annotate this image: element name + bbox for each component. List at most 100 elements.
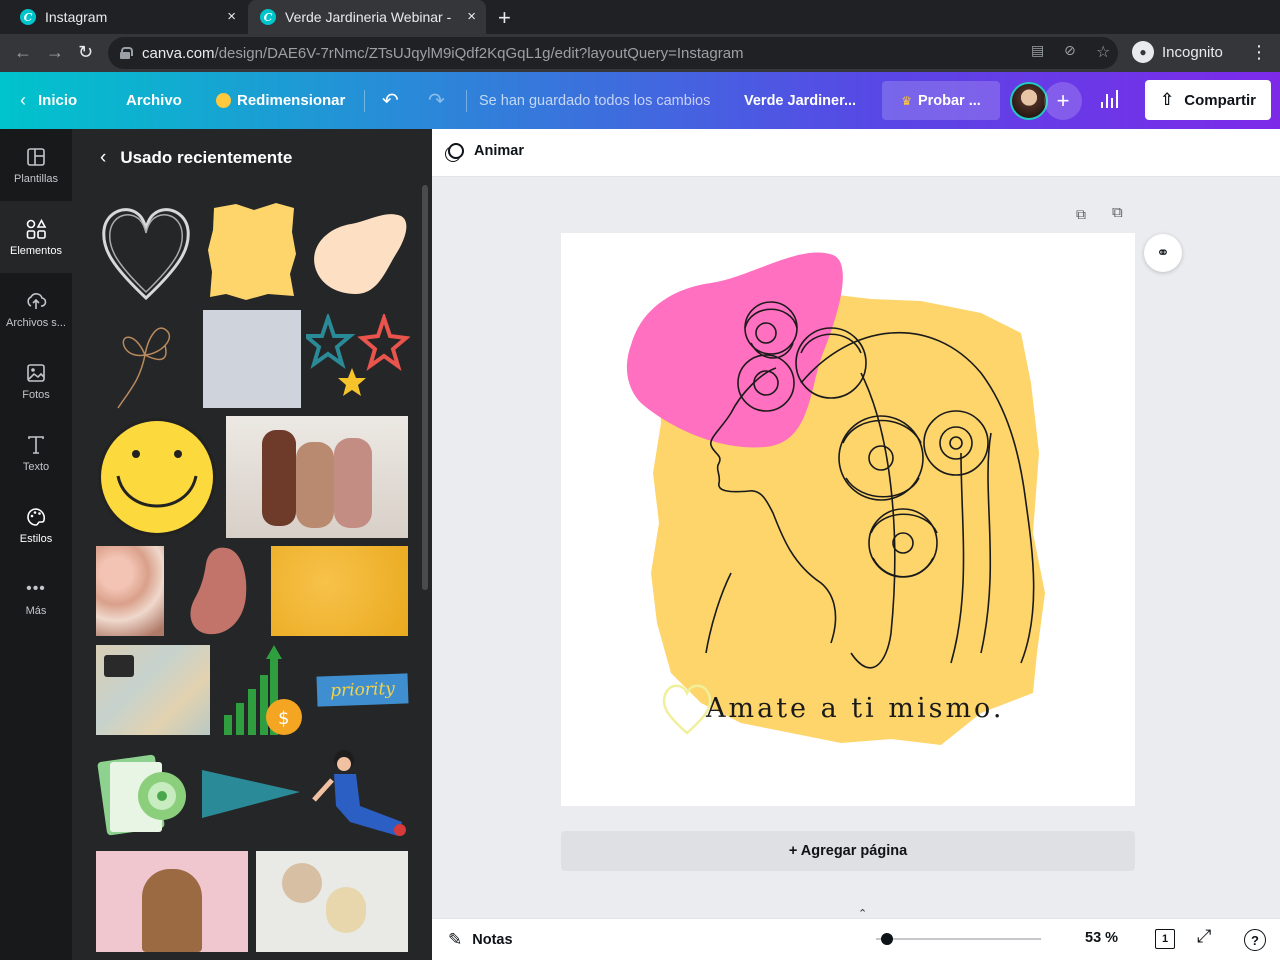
divider <box>466 90 467 112</box>
rail-label: Elementos <box>10 245 62 257</box>
design-page[interactable]: Amate a ti mismo. <box>561 233 1135 806</box>
notes-button[interactable]: ✎ Notas <box>448 930 513 950</box>
rose-blob-element[interactable] <box>184 546 252 638</box>
design-title[interactable]: Verde Jardiner... <box>744 72 856 129</box>
panel-back-button[interactable]: ‹ Usado recientemente <box>100 147 292 169</box>
reload-icon[interactable]: ↻ <box>78 42 93 63</box>
resize-button[interactable]: Redimensionar <box>216 72 345 129</box>
rail-item-more[interactable]: ••• Más <box>0 561 72 633</box>
rail-label: Texto <box>22 461 50 473</box>
avatar[interactable] <box>1010 82 1048 120</box>
women-group-photo[interactable] <box>226 416 408 538</box>
address-bar-row: ← → ↻ canva.com/design/DAE6V-7rNmc/ZTsUJ… <box>0 34 1280 72</box>
home-button[interactable]: ‹ Inicio <box>20 72 77 129</box>
back-arrow-icon[interactable]: ← <box>14 42 32 63</box>
priority-sticker-element[interactable]: priority <box>316 673 409 707</box>
forward-arrow-icon[interactable]: → <box>46 42 64 63</box>
zoom-value[interactable]: 53 % <box>1085 930 1118 946</box>
teal-pennant-element[interactable] <box>202 764 302 822</box>
world-map-photo[interactable] <box>96 645 210 735</box>
line-flower-element[interactable] <box>110 310 180 410</box>
share-label: Compartir <box>1184 91 1256 109</box>
target-checklist-element[interactable] <box>96 752 196 836</box>
woman-balloon-photo[interactable] <box>256 851 408 952</box>
chevron-left-icon: ‹ <box>100 147 107 168</box>
tab-title: Instagram <box>45 9 108 25</box>
try-pro-button[interactable]: ♛ Probar ... <box>882 81 1000 120</box>
rail-label: Archivos s... <box>6 317 66 329</box>
animate-button[interactable]: Animar <box>448 143 524 159</box>
flowers-photo[interactable] <box>96 546 164 636</box>
chevron-left-icon: ‹ <box>20 90 26 110</box>
add-page-button[interactable]: + Agregar página <box>561 831 1135 871</box>
add-collaborator-button[interactable]: + <box>1044 82 1082 120</box>
peach-blob-element[interactable] <box>306 208 410 298</box>
sitting-boy-illustration[interactable] <box>306 748 410 840</box>
url-field[interactable]: canva.com/design/DAE6V-7rNmc/ZTsUJqylM9i… <box>108 37 1118 69</box>
heart-outline-element[interactable] <box>96 200 196 304</box>
insights-icon[interactable] <box>1090 82 1128 118</box>
notes-label: Notas <box>472 932 513 948</box>
doodle-stars-element[interactable] <box>306 314 410 404</box>
url-host: canva.com <box>142 44 215 62</box>
more-icon: ••• <box>26 580 46 597</box>
panel-title: Usado recientemente <box>120 148 293 167</box>
translate-icon[interactable]: ▤ <box>1031 42 1044 59</box>
incognito-label: Incognito <box>1162 43 1223 61</box>
rail-item-elements[interactable]: Elementos <box>0 201 72 273</box>
rail-item-photos[interactable]: Fotos <box>0 345 72 417</box>
rail-label: Fotos <box>22 389 50 401</box>
page-count-button[interactable]: 1 <box>1155 929 1175 949</box>
eye-off-icon[interactable]: ⊘ <box>1064 42 1076 59</box>
editor-toolbar <box>432 129 1280 177</box>
star-icon[interactable]: ☆ <box>1096 42 1110 62</box>
browser-tab-instagram[interactable]: C Instagram × <box>8 0 246 34</box>
incognito-badge[interactable]: ● Incognito <box>1132 41 1223 63</box>
rail-label: Plantillas <box>13 173 59 185</box>
add-page-icon[interactable]: ⧉ <box>1112 204 1123 221</box>
lock-icon <box>120 47 133 59</box>
uploads-icon <box>25 289 47 313</box>
panel-scrollbar[interactable] <box>422 185 428 590</box>
animate-icon <box>448 143 464 159</box>
design-caption-text[interactable]: Amate a ti mismo. <box>706 693 1004 724</box>
try-pro-label: Probar ... <box>917 92 981 109</box>
tab-title: Verde Jardineria Webinar - <box>285 9 452 25</box>
redo-icon[interactable]: ↷ <box>428 72 445 129</box>
yellow-torn-paper-element[interactable] <box>206 202 298 302</box>
help-button[interactable]: ? <box>1244 929 1266 951</box>
fullscreen-icon[interactable]: ⤢ <box>1197 926 1211 947</box>
rail-item-styles[interactable]: Estilos <box>0 489 72 561</box>
close-tab-icon[interactable]: × <box>467 8 476 25</box>
close-tab-icon[interactable]: × <box>227 8 236 25</box>
share-button[interactable]: ⇧ Compartir <box>1145 80 1271 120</box>
incognito-icon: ● <box>1132 41 1154 63</box>
browser-tab-bar: C Instagram × C Verde Jardineria Webinar… <box>0 0 1280 34</box>
add-comment-icon[interactable]: ⚭ <box>1144 234 1182 272</box>
kebab-menu-icon[interactable]: ⋮ <box>1250 42 1268 63</box>
browser-tab-verde[interactable]: C Verde Jardineria Webinar - × <box>248 0 486 34</box>
rail-item-templates[interactable]: Plantillas <box>0 129 72 201</box>
zoom-slider-handle[interactable] <box>881 933 893 945</box>
dollar-glyph: $ <box>278 708 289 729</box>
canvas-scrollbar[interactable] <box>1264 177 1280 918</box>
undo-icon[interactable]: ↶ <box>382 72 399 129</box>
upload-icon: ⇧ <box>1160 90 1175 109</box>
templates-icon <box>26 145 46 169</box>
rail-item-uploads[interactable]: Archivos s... <box>0 273 72 345</box>
duplicate-page-icon[interactable]: ⧉ <box>1076 206 1086 223</box>
rail-label: Más <box>25 605 47 617</box>
woman-hair-photo[interactable] <box>96 851 248 952</box>
yellow-texture-photo[interactable] <box>271 546 408 636</box>
growth-chart-element[interactable]: $ <box>222 645 306 737</box>
rail-item-text[interactable]: Texto <box>0 417 72 489</box>
file-menu-button[interactable]: Archivo <box>126 72 182 129</box>
gray-square-element[interactable] <box>203 310 301 408</box>
new-tab-button[interactable]: + <box>498 5 511 31</box>
notes-icon: ✎ <box>448 930 463 949</box>
divider <box>364 90 365 112</box>
home-label: Inicio <box>38 92 78 109</box>
smiley-face-element[interactable] <box>96 416 218 538</box>
canva-header: ‹ Inicio Archivo Redimensionar ↶ ↷ Se ha… <box>0 72 1280 129</box>
zoom-slider[interactable] <box>876 938 1041 940</box>
